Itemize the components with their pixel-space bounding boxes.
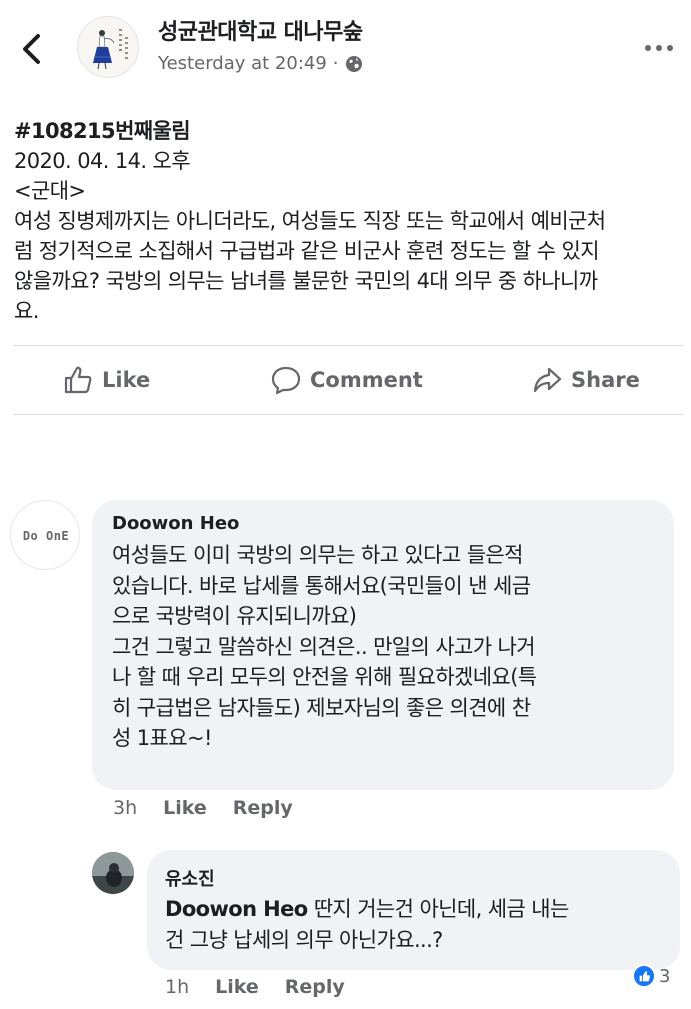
comment-text-line: 그건 그렇고 말씀하신 의견은.. 만일의 사고가 나거 <box>112 634 536 659</box>
comment-text-line: 나 할 때 우리 모두의 안전을 위해 필요하겠네요(특 <box>112 665 537 689</box>
comment-reply-button[interactable]: Reply <box>233 797 293 819</box>
more-dots-icon <box>645 45 673 51</box>
share-arrow-icon <box>533 367 562 393</box>
page-name[interactable]: 성균관대학교 대나무숲 <box>158 14 363 46</box>
reply-text-line: Doowon Heo 딴지 거는건 아닌데, 세금 내는 <box>165 894 569 925</box>
divider <box>14 414 684 415</box>
globe-icon <box>345 55 362 72</box>
post-category: <군대> <box>14 179 86 203</box>
more-options-button[interactable] <box>641 38 677 58</box>
divider <box>14 345 684 346</box>
post-date: 2020. 04. 14. 오후 <box>14 149 191 173</box>
like-reaction-icon <box>632 964 656 988</box>
post-header: 성균관대학교 대나무숲 Yesterday at 20:49 · <box>0 0 691 100</box>
meta-separator: · <box>332 53 339 74</box>
post-timestamp[interactable]: Yesterday at 20:49 <box>158 53 327 74</box>
comment-text-line: 여성들도 이미 국방의 의무는 하고 있다고 들은적 <box>112 543 523 567</box>
comment-bubble: Doowon Heo 여성들도 이미 국방의 의무는 하고 있다고 들은적 있습… <box>92 500 674 790</box>
reply-author[interactable]: 유소진 <box>165 865 215 891</box>
reaction-number: 3 <box>659 965 671 987</box>
comment-text-line: 있습니다. 바로 납세를 통해서요(국민들이 낸 세금 <box>112 573 531 598</box>
share-button[interactable]: Share <box>531 364 640 396</box>
reply-time[interactable]: 1h <box>165 976 189 998</box>
post-text-line: 않을까요? 국방의 의무는 남녀를 불문한 국민의 4대 의무 중 하나니까 <box>14 269 598 293</box>
post-text-line: 여성 징병제까지는 아니더라도, 여성들도 직장 또는 학교에서 예비군처 <box>14 209 606 233</box>
post-hashtag[interactable]: #108215번째울림 <box>14 116 684 146</box>
commenter-avatar[interactable]: Do OnE <box>10 500 80 570</box>
reply-text-rest: 딴지 거는건 아닌데, 세금 내는 <box>307 897 570 921</box>
thumbs-up-icon <box>64 366 92 394</box>
reply-text: Doowon Heo 딴지 거는건 아닌데, 세금 내는 건 그냥 납세의 의무… <box>165 894 569 955</box>
like-button[interactable]: Like <box>62 364 150 396</box>
post-action-bar: Like Comment Share <box>14 350 684 412</box>
share-label: Share <box>571 368 640 392</box>
comment-label: Comment <box>310 368 423 392</box>
post-text-line: 요. <box>14 299 39 323</box>
avatar-logo-text: Do OnE <box>22 529 70 543</box>
comment-button[interactable]: Comment <box>270 364 423 396</box>
comment-like-button[interactable]: Like <box>163 797 207 819</box>
mention-link[interactable]: Doowon Heo <box>165 897 308 921</box>
comment-author[interactable]: Doowon Heo <box>112 513 239 534</box>
comment-bubble-icon <box>271 366 301 395</box>
back-button[interactable] <box>18 32 48 66</box>
chevron-left-icon <box>23 34 40 64</box>
comment-time[interactable]: 3h <box>113 797 137 819</box>
reply-like-button[interactable]: Like <box>215 976 259 998</box>
comment-text-line: 성 1표요~! <box>112 726 212 750</box>
post-body: #108215번째울림 2020. 04. 14. 오후 <군대> 여성 징병제… <box>14 116 684 326</box>
reply-bubble: 유소진 Doowon Heo 딴지 거는건 아닌데, 세금 내는 건 그냥 납세… <box>147 850 680 970</box>
comment-text-line: 히 구급법은 남자들도) 제보자님의 좋은 의견에 찬 <box>112 695 531 720</box>
like-label: Like <box>102 368 151 392</box>
comment-meta: 3h Like Reply <box>113 797 319 819</box>
page-avatar[interactable] <box>77 16 139 78</box>
reply-meta: 1h Like Reply <box>165 976 371 998</box>
reaction-count[interactable]: 3 <box>632 964 670 988</box>
avatar-photo <box>92 852 134 894</box>
comment-text-line: 으로 국방력이 유지되니까요) <box>112 604 357 628</box>
comment-text: 여성들도 이미 국방의 의무는 하고 있다고 들은적 있습니다. 바로 납세를 … <box>112 540 537 754</box>
page-logo <box>78 17 138 77</box>
reply-text-line: 건 그냥 납세의 의무 아닌가요...? <box>165 927 443 952</box>
post-meta: Yesterday at 20:49 · <box>158 53 363 74</box>
reply-reply-button[interactable]: Reply <box>285 976 345 998</box>
replier-avatar[interactable] <box>92 852 134 894</box>
post-text-line: 럼 정기적으로 소집해서 구급법과 같은 비군사 훈련 정도는 할 수 있지 <box>14 239 600 263</box>
